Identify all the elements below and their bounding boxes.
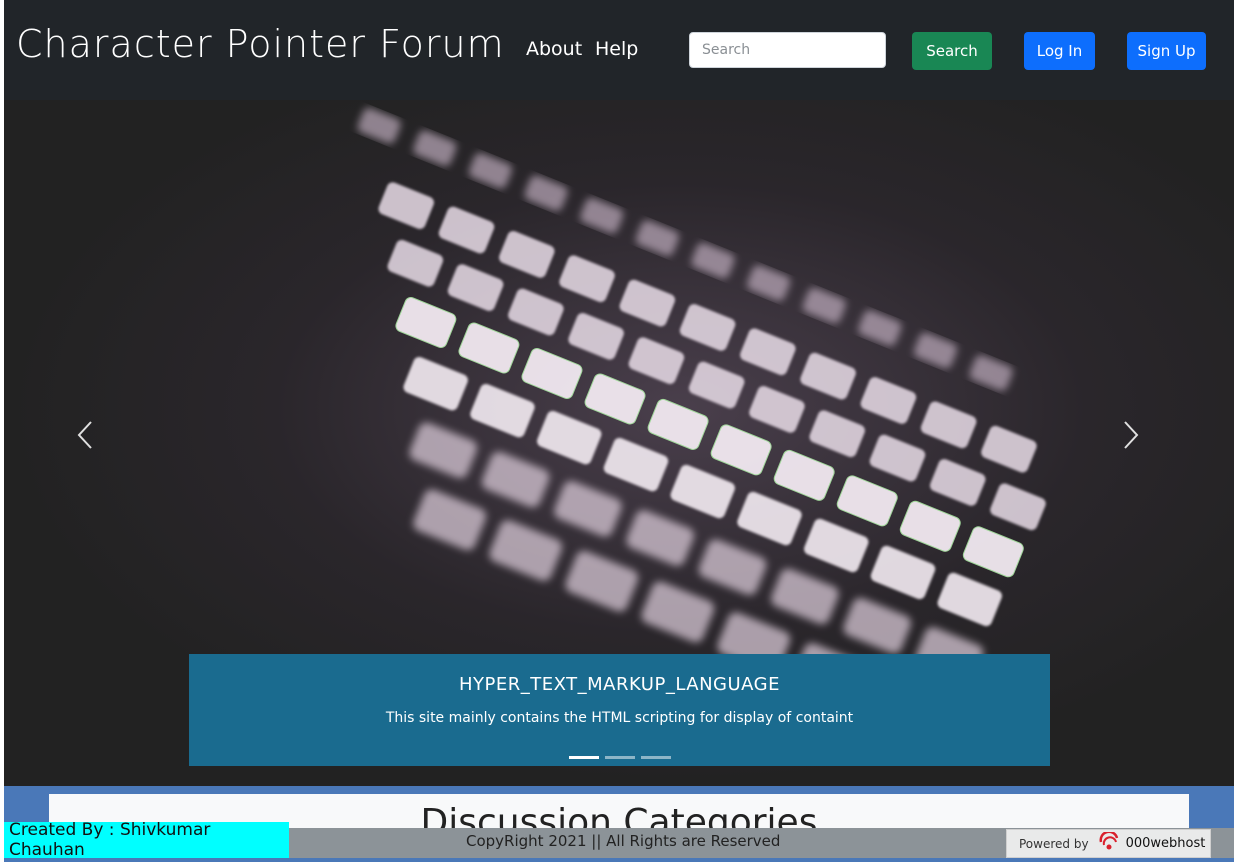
image-carousel: HYPER_TEXT_MARKUP_LANGUAGE This site mai… (4, 100, 1234, 786)
nav-link-about[interactable]: About (526, 38, 582, 60)
search-button[interactable]: Search (912, 32, 992, 70)
carousel-indicators (189, 756, 1050, 759)
webhost-logo-icon (1097, 830, 1121, 855)
carousel-prev-button[interactable] (76, 420, 116, 460)
navbar: Character Pointer Forum About Help Searc… (4, 0, 1234, 100)
search-input[interactable] (689, 32, 886, 68)
copyright-text: CopyRight 2021 || All Rights are Reserve… (466, 832, 781, 850)
powered-label: Powered by (1019, 836, 1089, 851)
carousel-next-button[interactable] (1122, 420, 1162, 460)
carousel-caption: HYPER_TEXT_MARKUP_LANGUAGE This site mai… (189, 654, 1050, 766)
carousel-indicator-1[interactable] (568, 756, 599, 759)
caption-title: HYPER_TEXT_MARKUP_LANGUAGE (458, 674, 780, 695)
carousel-indicator-3[interactable] (640, 756, 671, 759)
caption-text: This site mainly contains the HTML scrip… (385, 710, 854, 726)
powered-host: 000webhost (1125, 836, 1206, 851)
created-by-badge: Created By : Shivkumar Chauhan (4, 820, 289, 860)
brand-title[interactable]: Character Pointer Forum (16, 22, 505, 66)
carousel-indicator-2[interactable] (604, 756, 635, 759)
login-button[interactable]: Log In (1024, 32, 1095, 70)
powered-by-badge[interactable]: Powered by 000webhost (1006, 829, 1211, 858)
nav-link-help[interactable]: Help (595, 38, 638, 60)
signup-button[interactable]: Sign Up (1127, 32, 1206, 70)
